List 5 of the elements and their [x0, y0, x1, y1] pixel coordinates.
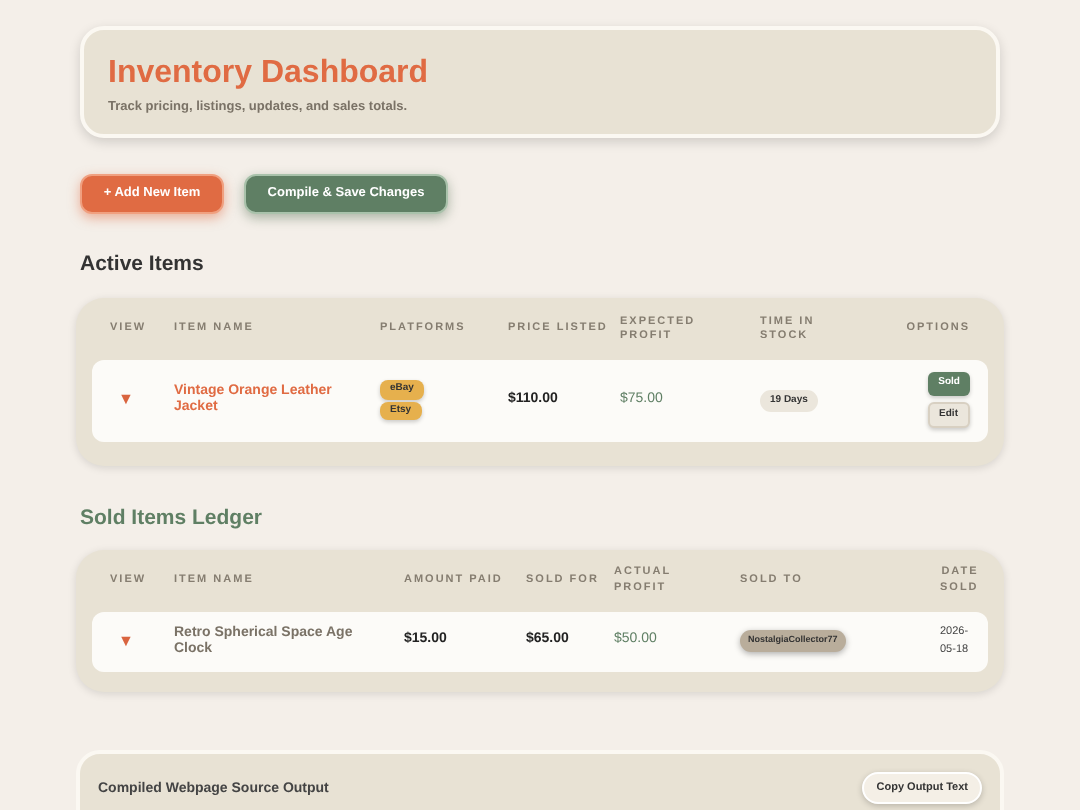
- expand-toggle[interactable]: ▼: [110, 629, 174, 653]
- expand-toggle[interactable]: ▼: [110, 388, 174, 413]
- section-heading: Sold Items Ledger: [80, 503, 265, 534]
- page-title: Inventory Dashboard: [108, 54, 431, 94]
- section-heading: Active Items: [80, 250, 206, 280]
